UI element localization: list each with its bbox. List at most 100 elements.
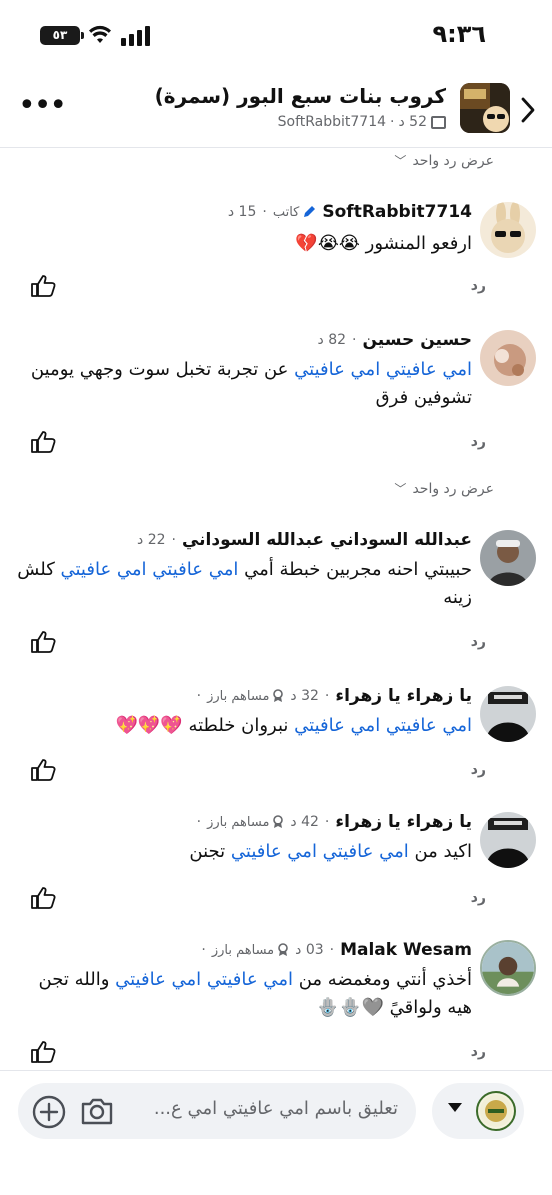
view-replies-label: عرض رد واحد xyxy=(412,152,494,169)
commenter-avatar[interactable] xyxy=(480,530,536,586)
award-icon xyxy=(278,943,288,956)
comment-meta: عبدالله السوداني عبدالله السوداني · 22 د xyxy=(137,530,472,550)
post-author[interactable]: SoftRabbit7714 xyxy=(278,114,386,130)
contributor-badge: مساهم بارز xyxy=(207,689,284,704)
commenter-avatar[interactable] xyxy=(480,686,536,742)
commenter-avatar[interactable] xyxy=(480,940,536,996)
text-segment: أخذي أنتي ومغمضه من xyxy=(292,969,472,990)
mention-link[interactable]: امي عافيتي امي عافيتي xyxy=(231,841,409,862)
badge-label: مساهم بارز xyxy=(207,814,270,830)
commenter-name[interactable]: يا زهراء يا زهراء xyxy=(335,686,472,706)
camera-icon[interactable] xyxy=(80,1095,114,1127)
status-time: ٩:٣٦ xyxy=(432,20,486,48)
comment-item: SoftRabbit7714 كاتب · 15 د ارفعو المنشور… xyxy=(0,202,552,302)
separator-dot: · xyxy=(201,942,206,958)
reply-button[interactable]: رد xyxy=(471,278,486,294)
comment-item: يا زهراء يا زهراء · 42 د مساهم بارز · اك… xyxy=(0,812,552,882)
separator-dot: · xyxy=(352,332,357,348)
post-subtitle: 52 د · SoftRabbit7714 xyxy=(278,114,446,130)
commenter-name[interactable]: عبدالله السوداني عبدالله السوداني xyxy=(182,530,472,550)
commenter-name[interactable]: يا زهراء يا زهراء xyxy=(335,812,472,832)
reply-button[interactable]: رد xyxy=(471,1044,486,1060)
status-bar: ٩:٣٦ ٥٣ xyxy=(0,0,552,72)
more-horizontal-icon[interactable]: ••• xyxy=(18,91,67,121)
comment-meta: يا زهراء يا زهراء · 42 د مساهم بارز · xyxy=(197,812,472,832)
separator-dot: · xyxy=(324,814,330,830)
text-segment: تجنن xyxy=(189,841,231,862)
commenter-name[interactable]: Malak Wesam xyxy=(340,940,472,960)
commenter-avatar[interactable] xyxy=(480,812,536,868)
comment-text: حبيبتي احنه مجربين خبطة أمي امي عافيتي ا… xyxy=(12,556,472,612)
separator-dot: · xyxy=(196,688,202,704)
wifi-icon xyxy=(89,25,111,43)
mention-link[interactable]: امي عافيتي امي عافيتي xyxy=(294,715,472,736)
reply-button[interactable]: رد xyxy=(471,434,486,450)
separator-dot: · xyxy=(171,532,176,548)
comment-text: اكيد من امي عافيتي امي عافيتي تجنن xyxy=(12,838,472,866)
page-avatar xyxy=(476,1091,516,1131)
like-icon[interactable] xyxy=(30,886,56,910)
comment-meta: Malak Wesam · 03 د مساهم بارز · xyxy=(201,940,472,960)
like-icon[interactable] xyxy=(30,274,56,298)
group-title[interactable]: كروب بنات سبع البور (سمرة) xyxy=(155,84,446,108)
comment-composer: تعليق باسم امي عافيتي امي ع... xyxy=(0,1070,552,1195)
text-segment: نبروان خلطته 💖💖💖 xyxy=(115,715,295,736)
comment-time: 82 د xyxy=(317,332,347,348)
comment-input[interactable]: تعليق باسم امي عافيتي امي ع... xyxy=(18,1083,416,1139)
mention-link[interactable]: امي عافيتي امي عافيتي xyxy=(115,969,293,990)
comment-time: 42 د xyxy=(290,814,319,830)
comment-meta: SoftRabbit7714 كاتب · 15 د xyxy=(228,202,472,222)
comment-text: امي عافيتي امي عافيتي نبروان خلطته 💖💖💖 xyxy=(12,712,472,740)
chevron-down-icon: ﹀ xyxy=(394,482,407,496)
award-icon xyxy=(273,689,284,702)
comment-placeholder: تعليق باسم امي عافيتي امي ع... xyxy=(153,1098,398,1119)
chevron-down-icon: ﹀ xyxy=(394,154,407,168)
comment-time: 32 د xyxy=(290,688,319,704)
comment-meta: يا زهراء يا زهراء · 32 د مساهم بارز · xyxy=(197,686,472,706)
pencil-icon xyxy=(304,206,316,217)
view-replies-link[interactable]: عرض رد واحد ﹀ xyxy=(394,152,494,169)
comment-item: Malak Wesam · 03 د مساهم بارز · أخذي أنت… xyxy=(0,940,552,1030)
like-icon[interactable] xyxy=(30,430,56,454)
badge-label: كاتب xyxy=(272,204,300,220)
mention-link[interactable]: امي عافيتي امي عافيتي xyxy=(294,359,472,380)
battery-icon: ٥٣ xyxy=(40,26,84,45)
mention-link[interactable]: امي عافيتي امي عافيتي xyxy=(61,559,239,580)
comments-list: عرض رد واحد ﹀ SoftRabbit7714 كاتب · 15 د xyxy=(0,148,552,1070)
separator-dot: · xyxy=(324,688,330,704)
view-replies-link[interactable]: عرض رد واحد ﹀ xyxy=(394,480,494,497)
comment-text: أخذي أنتي ومغمضه من امي عافيتي امي عافيت… xyxy=(12,966,472,1022)
group-page-icon xyxy=(431,115,446,129)
commenter-avatar[interactable] xyxy=(480,202,536,258)
view-replies-label: عرض رد واحد xyxy=(412,480,494,497)
commenter-name[interactable]: حسين حسين xyxy=(363,330,473,350)
comment-time: 22 د xyxy=(137,532,166,548)
text-segment: حبيبتي احنه مجربين خبطة أمي xyxy=(238,559,472,580)
like-icon[interactable] xyxy=(30,758,56,782)
separator-dot: · xyxy=(390,114,395,130)
award-icon xyxy=(273,815,284,828)
group-avatar[interactable] xyxy=(460,83,510,133)
comment-text: ارفعو المنشور 😭😭💔 xyxy=(12,230,472,258)
comment-meta: حسين حسين · 82 د xyxy=(318,330,472,350)
separator-dot: · xyxy=(196,814,202,830)
plus-circle-icon[interactable] xyxy=(32,1095,66,1129)
separator-dot: · xyxy=(329,942,335,958)
cellular-signal-icon xyxy=(121,26,150,46)
text-segment: ارفعو المنشور 😭😭💔 xyxy=(295,233,472,254)
reply-button[interactable]: رد xyxy=(471,762,486,778)
reply-button[interactable]: رد xyxy=(471,634,486,650)
reply-button[interactable]: رد xyxy=(471,890,486,906)
caret-down-icon xyxy=(448,1103,462,1112)
like-icon[interactable] xyxy=(30,630,56,654)
badge-label: مساهم بارز xyxy=(211,942,275,958)
separator-dot: · xyxy=(262,204,267,220)
like-icon[interactable] xyxy=(30,1040,56,1064)
post-header: كروب بنات سبع البور (سمرة) 52 د · SoftRa… xyxy=(0,72,552,148)
badge-label: مساهم بارز xyxy=(207,688,270,704)
commenter-avatar[interactable] xyxy=(480,330,536,386)
chevron-right-icon[interactable] xyxy=(518,96,538,124)
post-time: 52 د xyxy=(398,114,427,130)
profile-switcher[interactable] xyxy=(432,1083,524,1139)
commenter-name[interactable]: SoftRabbit7714 xyxy=(322,202,472,222)
